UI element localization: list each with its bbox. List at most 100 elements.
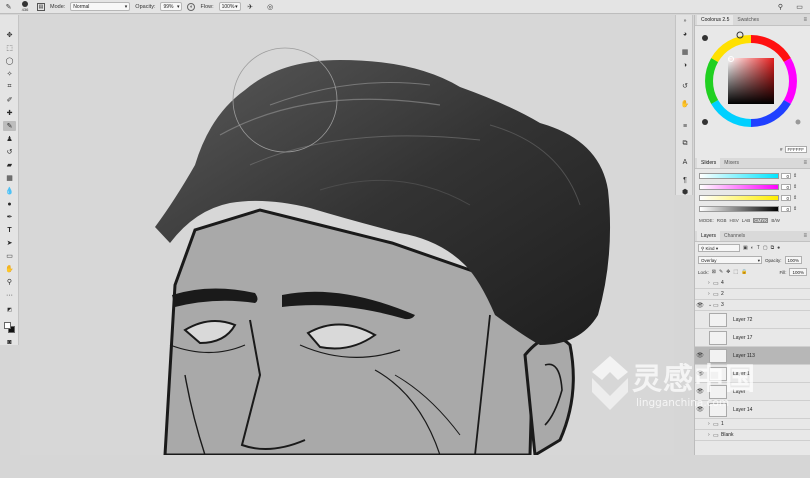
swatches-panel-icon[interactable]: ▦ <box>679 47 691 57</box>
mode-cmyk[interactable]: CMYK <box>753 218 769 223</box>
color-panel-icon[interactable]: ◕ <box>679 29 691 39</box>
pen-tool-icon[interactable]: ✒ <box>3 212 16 222</box>
lock-transparent-icon[interactable]: ⊠ <box>712 269 716 275</box>
blend-mode-select[interactable]: Overlay ▾ <box>698 256 762 264</box>
actions-panel-icon[interactable]: ✋ <box>679 99 691 109</box>
crop-tool-icon[interactable]: ⌗ <box>3 82 16 92</box>
filter-adjust-icon[interactable]: ◐ <box>751 245 754 251</box>
layer-17[interactable]: Layer 17 <box>695 329 810 347</box>
edit-toolbar-icon[interactable]: ··· <box>3 290 16 300</box>
filter-toggle-icon[interactable]: ● <box>777 245 780 251</box>
layer-group-blank[interactable]: › ▭ Blank <box>695 430 810 441</box>
layer-group-4[interactable]: › ▭ 4 <box>695 278 810 289</box>
mode-select[interactable]: Normal ▾ <box>70 2 131 11</box>
layer-72[interactable]: Layer 72 <box>695 311 810 329</box>
stepper-icon[interactable]: ⇕ <box>793 195 797 201</box>
lasso-tool-icon[interactable]: ◯ <box>3 56 16 66</box>
default-colors-icon[interactable]: ◩ <box>3 305 16 315</box>
paragraph-panel-icon[interactable]: ¶ <box>679 175 691 185</box>
collapse-panels-icon[interactable]: » <box>679 16 691 26</box>
layer-group-3[interactable]: 👁 ⌄ ▭ 3 <box>695 300 810 311</box>
color-wheel[interactable] <box>695 26 810 132</box>
black-slider[interactable]: 0 ⇕ <box>699 205 807 212</box>
tab-swatches[interactable]: Swatches <box>733 15 763 25</box>
mode-rgb[interactable]: RGB <box>717 218 727 223</box>
workspace-icon[interactable]: ▭ <box>795 2 804 11</box>
opacity-field[interactable]: 99% ▾ <box>160 2 183 11</box>
lock-artboard-icon[interactable]: ⬚ <box>733 269 738 275</box>
healing-tool-icon[interactable]: ✚ <box>3 108 16 118</box>
lock-position-icon[interactable]: ✥ <box>726 269 730 275</box>
hand-tool-icon[interactable]: ✋ <box>3 264 16 274</box>
stamp-tool-icon[interactable]: ♟ <box>3 134 16 144</box>
airbrush-icon[interactable]: ✈ <box>246 2 255 11</box>
eye-icon[interactable]: 👁 <box>695 388 705 395</box>
yellow-slider[interactable]: 0 ⇕ <box>699 194 807 201</box>
3d-panel-icon[interactable]: ⬢ <box>679 187 691 197</box>
fill-field[interactable]: 100% <box>789 268 807 276</box>
tab-sliders[interactable]: Sliders <box>697 158 721 168</box>
stepper-icon[interactable]: ⇕ <box>793 206 797 212</box>
clone-source-icon[interactable]: ⧉ <box>679 139 691 149</box>
filter-kind-select[interactable]: ⚲ Kind ▾ <box>698 244 740 252</box>
flow-field[interactable]: 100% ▾ <box>218 2 241 11</box>
foreground-color-swatch[interactable] <box>4 322 11 329</box>
brush-settings-panel-icon[interactable]: ≡ <box>679 121 691 131</box>
quick-select-tool-icon[interactable]: ✧ <box>3 69 16 79</box>
brush-tool-icon[interactable]: ✎ <box>4 2 13 11</box>
pressure-size-icon[interactable]: ◎ <box>266 2 275 11</box>
eye-icon[interactable]: 👁 <box>695 406 705 413</box>
eye-icon[interactable]: 👁 <box>695 370 705 377</box>
filter-type-icon[interactable]: T <box>757 245 760 251</box>
gradient-tool-icon[interactable]: ▦ <box>3 173 16 183</box>
quick-mask-icon[interactable]: ◙ <box>3 337 16 347</box>
tab-mixers[interactable]: Mixers <box>720 158 743 168</box>
marquee-tool-icon[interactable]: ⬚ <box>3 43 16 53</box>
magenta-track[interactable] <box>699 183 779 190</box>
layer-group-2[interactable]: › ▭ 2 <box>695 289 810 300</box>
stepper-icon[interactable]: ⇕ <box>793 184 797 190</box>
path-select-tool-icon[interactable]: ➤ <box>3 238 16 248</box>
yellow-track[interactable] <box>699 194 779 201</box>
dodge-tool-icon[interactable]: ● <box>3 199 16 209</box>
mode-bw[interactable]: B/W <box>771 218 780 223</box>
magenta-slider[interactable]: 0 ⇕ <box>699 183 807 190</box>
filter-pixel-icon[interactable]: ▣ <box>743 245 748 251</box>
mode-lab[interactable]: LAB <box>742 218 751 223</box>
panel-menu-icon[interactable]: ≡ <box>803 17 807 23</box>
shape-tool-icon[interactable]: ▭ <box>3 251 16 261</box>
magenta-value[interactable]: 0 <box>781 183 791 190</box>
filter-shape-icon[interactable]: ▢ <box>763 245 768 251</box>
panel-menu-icon[interactable]: ≡ <box>803 160 807 166</box>
eye-icon[interactable]: 👁 <box>695 302 705 309</box>
layer-14[interactable]: 👁 Layer 14 <box>695 401 810 419</box>
tab-coolorus[interactable]: Coolorus 2.5 <box>697 15 734 25</box>
history-brush-tool-icon[interactable]: ↺ <box>3 147 16 157</box>
cyan-slider[interactable]: 0 ⇕ <box>699 172 807 179</box>
filter-smart-icon[interactable]: ⧉ <box>771 245 775 251</box>
cyan-track[interactable] <box>699 172 779 179</box>
blur-tool-icon[interactable]: 💧 <box>3 186 16 196</box>
search-icon[interactable]: ⚲ <box>776 2 785 11</box>
layer-row[interactable]: 👁 Layer <box>695 383 810 401</box>
layer-opacity-field[interactable]: 100% <box>784 256 803 264</box>
pressure-opacity-icon[interactable]: ◐ <box>187 2 196 11</box>
layer-1[interactable]: 👁 Layer 1 <box>695 365 810 383</box>
document-canvas[interactable] <box>20 15 674 455</box>
lock-all-icon[interactable]: 🔒 <box>741 269 747 275</box>
brush-settings-icon[interactable]: ▤ <box>37 2 45 11</box>
mode-hsv[interactable]: HSV <box>730 218 739 223</box>
history-panel-icon[interactable]: ↺ <box>679 81 691 91</box>
move-tool-icon[interactable]: ✥ <box>3 30 16 40</box>
lock-pixels-icon[interactable]: ✎ <box>719 269 723 275</box>
eraser-tool-icon[interactable]: ▰ <box>3 160 16 170</box>
type-tool-icon[interactable]: T <box>3 225 16 235</box>
brush-preset-picker[interactable]: 436 <box>18 1 32 12</box>
black-track[interactable] <box>699 205 779 212</box>
adjust-panel-icon[interactable]: ◑ <box>679 60 691 70</box>
layer-113[interactable]: 👁 Layer 113 <box>695 347 810 365</box>
character-panel-icon[interactable]: A <box>679 157 691 167</box>
yellow-value[interactable]: 0 <box>781 194 791 201</box>
hex-field[interactable]: # FFFFFF <box>780 146 807 153</box>
zoom-tool-icon[interactable]: ⚲ <box>3 277 16 287</box>
